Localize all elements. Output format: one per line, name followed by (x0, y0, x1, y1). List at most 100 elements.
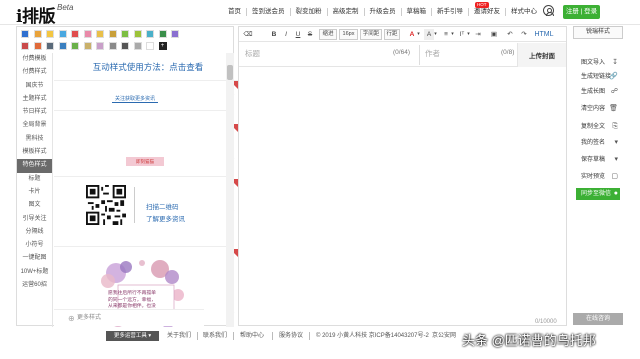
underline-button[interactable]: U (293, 29, 303, 40)
color-swatch[interactable] (146, 42, 154, 50)
style-card-qr[interactable]: 扫描二维码 了解更多资讯 ♡ (54, 179, 240, 247)
category-item[interactable]: 运营60招 (17, 279, 52, 292)
action-button[interactable]: 同步至微信 ● (576, 188, 620, 200)
image-button[interactable]: ▣ (489, 29, 499, 40)
color-swatch[interactable] (133, 42, 142, 50)
nav-custom[interactable]: 高级定制 (326, 8, 364, 16)
category-item[interactable]: 图文 (17, 199, 52, 212)
html-button[interactable]: HTML (533, 29, 555, 40)
color-swatch[interactable] (121, 42, 129, 50)
letter-spacing-select[interactable]: 字间距 (360, 29, 382, 40)
category-item[interactable]: 10W+标题 (17, 266, 52, 279)
action-button[interactable]: 复制全文 ⎘ (576, 121, 620, 133)
footer-about[interactable]: 关于我们 (167, 330, 191, 342)
nav-signin-vip[interactable]: 签到送会员 (246, 8, 290, 16)
action-button[interactable]: 保存草稿 ▾ (576, 154, 620, 166)
category-item[interactable]: 标题 (17, 173, 52, 186)
category-item[interactable]: 国庆节 (17, 80, 52, 93)
action-button[interactable]: 实时预览 ▢ (576, 171, 620, 183)
nav-home[interactable]: 首页 (223, 8, 246, 16)
more-styles-button[interactable]: ⊕ 更多样式 (54, 309, 204, 326)
style-card-button[interactable]: 即刻猫猫 ♡ (54, 124, 240, 177)
action-button[interactable]: 生成短链接 🔗 (576, 71, 620, 83)
undo-button[interactable]: ↶ (505, 29, 515, 40)
online-consult-button[interactable]: 在线咨询 (573, 313, 623, 325)
style-usage-header[interactable]: 互动样式使用方法：点击查看 (54, 53, 242, 81)
category-item[interactable]: 全局背景 (17, 119, 52, 132)
color-swatch[interactable] (33, 30, 42, 38)
nav-fission-fans[interactable]: 裂变加粉 (289, 8, 327, 16)
italic-button[interactable]: I (281, 29, 291, 40)
category-item[interactable]: 付费样式 (17, 66, 52, 79)
bg-color-dropdown-icon[interactable]: ▾ (433, 29, 438, 40)
logo[interactable]: i排版 (16, 2, 55, 27)
color-swatch[interactable] (108, 42, 117, 50)
bold-button[interactable]: B (269, 29, 279, 40)
author-input[interactable]: 作者 (425, 48, 440, 59)
color-swatch[interactable] (121, 30, 129, 38)
more-tools-dropdown[interactable]: 更多运营工具 ▾ (106, 331, 159, 341)
category-item[interactable]: 节日样式 (17, 106, 52, 119)
login-button[interactable]: 登录 (584, 8, 597, 15)
color-swatch[interactable] (133, 30, 142, 38)
color-swatch[interactable] (58, 30, 67, 38)
color-swatch[interactable] (171, 30, 179, 38)
indent-button[interactable]: ⇥ (473, 29, 483, 40)
color-swatch[interactable] (158, 30, 167, 38)
color-swatch[interactable] (108, 30, 117, 38)
category-item[interactable]: 特色样式 (17, 159, 52, 173)
category-item[interactable]: 主题样式 (17, 93, 52, 106)
color-swatch[interactable] (33, 42, 42, 50)
nav-upgrade-vip[interactable]: 升级会员 (363, 8, 401, 16)
nav-drafts[interactable]: 草稿箱 (400, 8, 432, 16)
category-item[interactable]: 模板样式 (17, 146, 52, 159)
footer-terms[interactable]: 服务协议 (279, 330, 303, 342)
indent-format-button[interactable]: 缩进 (319, 29, 337, 40)
nav-style-center[interactable]: 样式中心 (505, 8, 542, 16)
nav-guide[interactable]: 新手引导 (431, 8, 468, 16)
color-swatch[interactable] (71, 30, 79, 38)
redo-button[interactable]: ↷ (519, 29, 529, 40)
color-swatch[interactable] (71, 42, 79, 50)
strikethrough-button[interactable]: S (305, 29, 315, 40)
title-input[interactable]: 标题 (245, 48, 260, 59)
smart-layout-button[interactable]: 锐瑞样式 (573, 26, 623, 39)
style-list-scrollbar[interactable] (226, 53, 234, 327)
color-swatch[interactable] (21, 42, 29, 50)
category-item[interactable]: 一键配图 (17, 252, 52, 265)
color-swatch[interactable] (96, 30, 104, 38)
user-icon[interactable] (543, 5, 554, 16)
color-swatch[interactable] (21, 30, 29, 38)
font-size-select[interactable]: 16px (339, 29, 358, 40)
action-button[interactable]: 图文导入 ↧ (576, 57, 620, 69)
footer-contact[interactable]: 联系我们 (203, 330, 227, 342)
color-swatch[interactable] (46, 42, 54, 50)
footer-help[interactable]: 帮助中心 (240, 330, 264, 342)
eraser-icon[interactable]: ⌫ (243, 29, 253, 40)
category-item[interactable]: 黑科技 (17, 133, 52, 146)
color-swatch[interactable] (96, 42, 104, 50)
align-dropdown-icon[interactable]: ▾ (450, 29, 455, 40)
category-item[interactable]: 卡片 (17, 186, 52, 199)
category-item[interactable]: 小符号 (17, 239, 52, 252)
style-card-follow[interactable]: 关注获取更多资讯 ♡ (54, 81, 240, 111)
action-button[interactable]: 我的签名 ▾ (576, 137, 620, 149)
color-swatch[interactable] (83, 42, 92, 50)
action-button[interactable]: 生成长图 ☍ (576, 86, 620, 98)
color-swatch[interactable] (46, 30, 54, 38)
category-item[interactable]: 分隔线 (17, 226, 52, 239)
color-swatch[interactable] (83, 30, 92, 38)
editor-content-area[interactable] (239, 68, 566, 316)
action-button[interactable]: 清空内容 🗑 (576, 103, 620, 115)
nav-invite[interactable]: HOT 邀请好友 (468, 2, 505, 16)
register-button[interactable]: 注册 (566, 8, 579, 15)
category-item[interactable]: 付费模板 (17, 53, 52, 66)
category-item[interactable]: 引导关注 (17, 213, 52, 226)
color-swatch[interactable] (146, 30, 154, 38)
upload-cover-button[interactable]: 上传封面 (517, 43, 566, 67)
custom-color-icon[interactable]: + (158, 42, 167, 50)
font-color-dropdown-icon[interactable]: ▾ (416, 29, 421, 40)
style-list-scroll-thumb[interactable] (227, 65, 233, 80)
color-swatch[interactable] (58, 42, 67, 50)
line-height-select[interactable]: 行距 (384, 29, 400, 40)
